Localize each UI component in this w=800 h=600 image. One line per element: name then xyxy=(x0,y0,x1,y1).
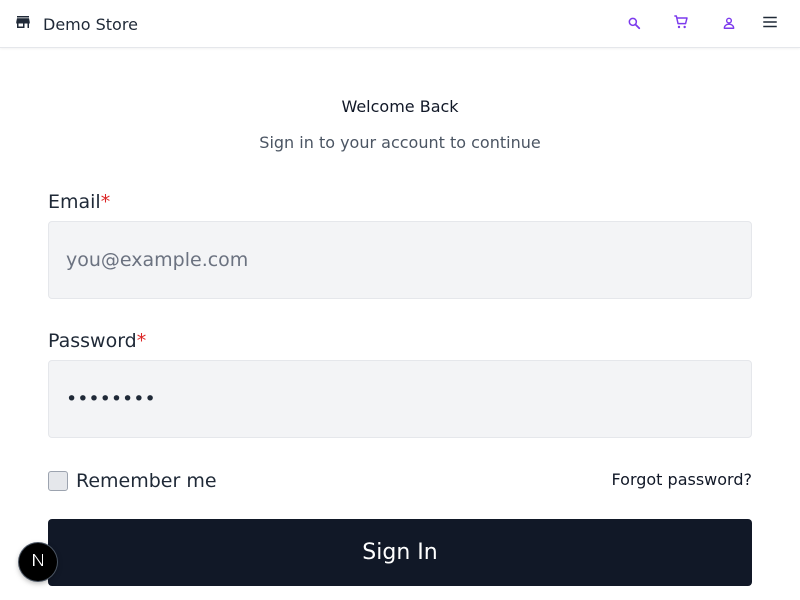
brand-link[interactable]: Demo Store xyxy=(14,12,138,36)
menu-button[interactable] xyxy=(758,12,782,36)
search-button[interactable] xyxy=(622,12,646,36)
dev-tools-badge[interactable] xyxy=(19,543,57,581)
nextjs-logo-icon xyxy=(30,552,46,572)
account-button[interactable] xyxy=(717,12,741,36)
sign-in-button[interactable]: Sign In xyxy=(48,519,752,586)
user-icon xyxy=(722,15,736,34)
page-subtitle: Sign in to your account to continue xyxy=(259,133,541,152)
password-label: Password* xyxy=(48,329,146,353)
cart-button[interactable] xyxy=(669,12,693,36)
top-navbar: Demo Store xyxy=(0,0,800,48)
email-label-text: Email xyxy=(48,191,101,213)
search-icon xyxy=(627,15,641,34)
email-field[interactable] xyxy=(48,221,752,299)
storefront-icon xyxy=(14,13,32,35)
cart-icon xyxy=(673,14,689,34)
brand-name: Demo Store xyxy=(43,14,138,34)
remember-me[interactable]: Remember me xyxy=(48,466,217,496)
menu-icon xyxy=(761,13,779,35)
password-field[interactable] xyxy=(48,360,752,438)
login-form: Welcome Back Sign in to your account to … xyxy=(48,48,752,600)
password-label-text: Password xyxy=(48,330,137,352)
required-marker: * xyxy=(100,191,111,213)
remember-checkbox[interactable] xyxy=(48,471,68,491)
page-title: Welcome Back xyxy=(341,97,459,116)
forgot-password-link[interactable]: Forgot password? xyxy=(612,469,752,491)
email-label: Email* xyxy=(48,190,110,214)
required-marker: * xyxy=(136,330,147,352)
remember-label: Remember me xyxy=(76,470,217,492)
